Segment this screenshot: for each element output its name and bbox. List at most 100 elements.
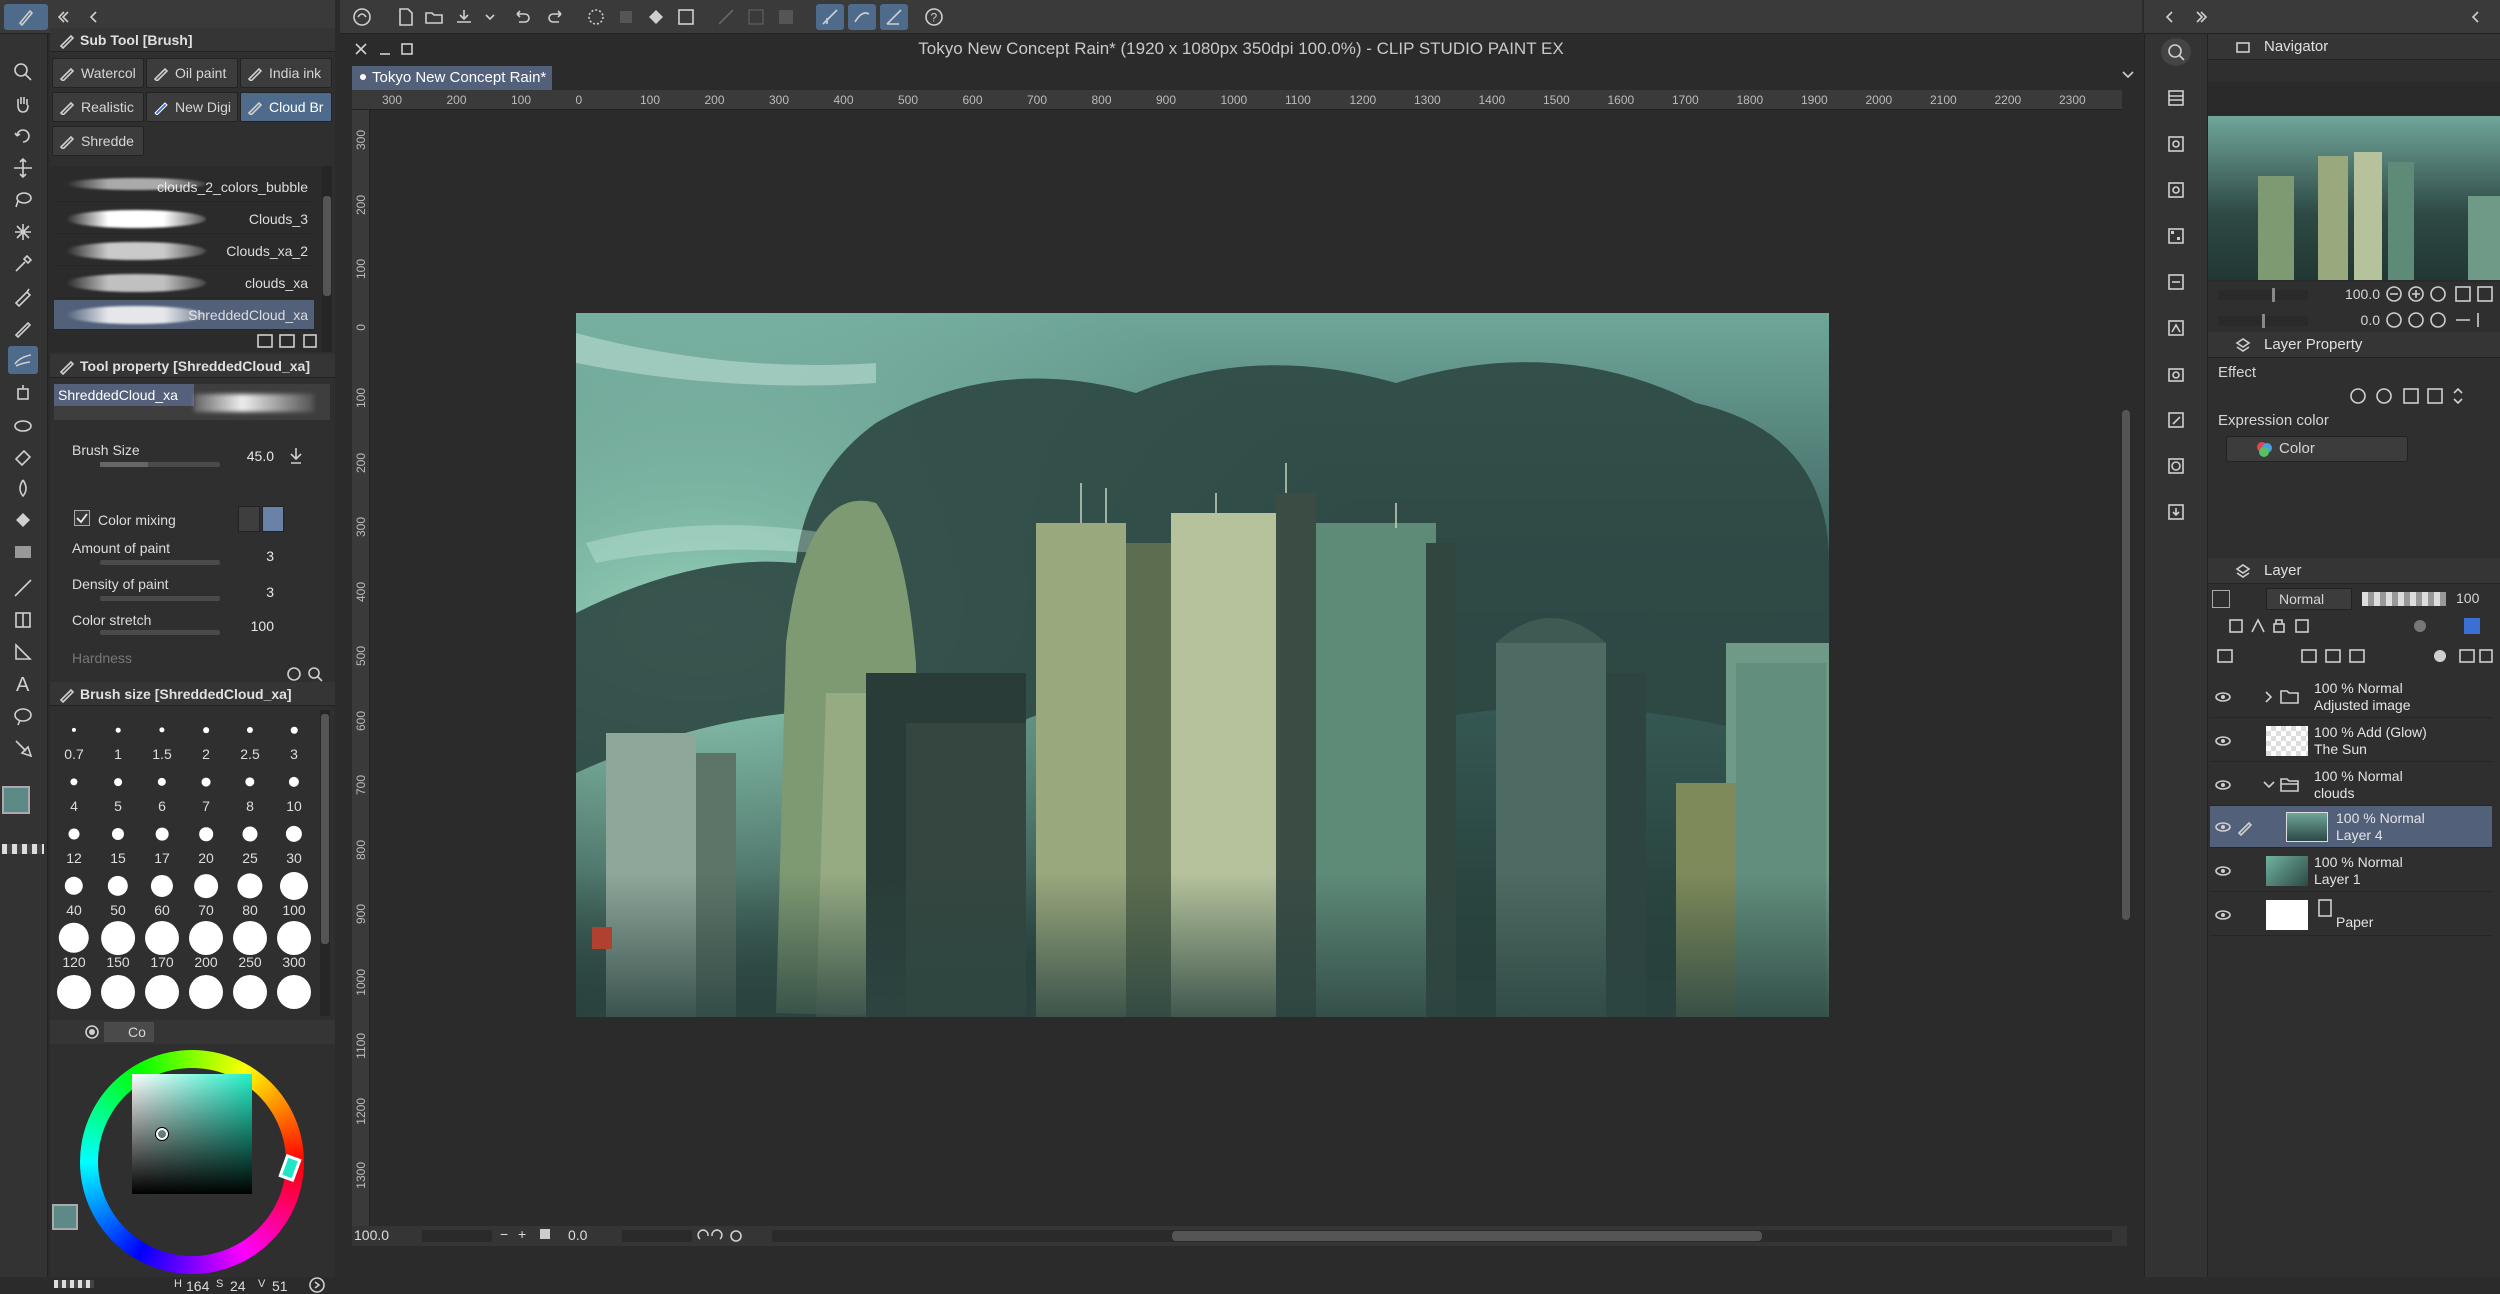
brush-icon[interactable] <box>8 346 38 374</box>
move-icon[interactable] <box>8 154 38 182</box>
balloon-icon[interactable] <box>8 702 38 730</box>
text-icon[interactable]: A <box>8 670 38 698</box>
fill-bucket-icon[interactable] <box>8 506 38 534</box>
brush-size-preset[interactable]: 12 <box>52 814 96 866</box>
subtool-tab-watercolor[interactable]: Watercol <box>52 58 144 88</box>
nav-rotate-value[interactable]: 0.0 <box>2334 312 2380 328</box>
brush-size-preset[interactable]: 7 <box>184 762 228 814</box>
selection-icon[interactable] <box>772 4 800 30</box>
dropdown-arrow-icon[interactable] <box>476 4 504 30</box>
main-color-swatch[interactable] <box>2 786 30 814</box>
subtool-tab-oil-paint[interactable]: Oil paint <box>146 58 238 88</box>
fit-icon[interactable] <box>540 1229 550 1239</box>
blend-icon[interactable] <box>8 474 38 502</box>
stretch-value[interactable]: 100 <box>240 618 274 634</box>
blend-mode-select[interactable]: Normal <box>2266 588 2352 610</box>
rotate-controls[interactable] <box>696 1227 766 1245</box>
document-tab[interactable]: Tokyo New Concept Rain* <box>352 66 552 90</box>
brush-size-preset[interactable]: 150 <box>96 918 140 970</box>
chevron-right-icon[interactable] <box>2264 690 2274 704</box>
loading-icon[interactable] <box>582 4 610 30</box>
pencil-icon[interactable] <box>8 314 38 342</box>
canvas-image[interactable] <box>576 313 1829 1017</box>
brush-size-preset[interactable]: 25 <box>228 814 272 866</box>
new-file-icon[interactable] <box>392 4 420 30</box>
nav-zoom-value[interactable]: 100.0 <box>2334 286 2380 302</box>
brush-item[interactable]: Clouds_xa_2 <box>54 236 314 266</box>
clear-icon[interactable] <box>612 4 640 30</box>
brush-size-preset[interactable]: 70 <box>184 866 228 918</box>
opacity-value[interactable]: 100 <box>2456 590 2479 606</box>
brush-size-preset[interactable]: 300 <box>272 918 316 970</box>
brush-list-scrollbar[interactable] <box>322 166 332 352</box>
layer-row-selected[interactable]: 100 % Normal Layer 4 <box>2210 806 2492 848</box>
material-3-icon[interactable] <box>2161 176 2191 204</box>
subtool-tab-shredded[interactable]: Shredde <box>52 126 144 156</box>
frame-icon[interactable] <box>8 606 38 634</box>
nav-rotate-slider[interactable] <box>2218 314 2308 328</box>
brush-size-preset[interactable]: 1 <box>96 710 140 762</box>
brush-size-preset[interactable]: 120 <box>52 918 96 970</box>
material-5-icon[interactable] <box>2161 314 2191 342</box>
layer-clip-icon[interactable] <box>2212 590 2230 608</box>
brush-size-preset[interactable]: 4 <box>52 762 96 814</box>
correct-line-icon[interactable] <box>8 734 38 762</box>
layer-action-buttons[interactable] <box>2216 646 2496 668</box>
zoom-icon[interactable] <box>8 58 38 86</box>
undo-icon[interactable] <box>508 4 536 30</box>
nav-rotate-buttons[interactable] <box>2384 310 2494 330</box>
gradient-icon[interactable] <box>8 538 38 566</box>
material-4-icon[interactable] <box>2161 268 2191 296</box>
zoom-in-icon[interactable]: + <box>518 1226 526 1242</box>
brush-size-preset[interactable]: 30 <box>272 814 316 866</box>
color-mixing-checkbox[interactable] <box>74 510 90 526</box>
brush-size-preset[interactable]: 8 <box>228 762 272 814</box>
eye-icon[interactable] <box>2214 820 2232 834</box>
pen-tab-icon[interactable] <box>4 4 48 30</box>
angle-slider[interactable] <box>622 1230 692 1242</box>
lasso-icon[interactable] <box>8 186 38 214</box>
fill-icon[interactable] <box>642 4 670 30</box>
pen-icon[interactable] <box>8 282 38 310</box>
mix-mode-1-icon[interactable] <box>238 506 260 532</box>
tone-icon[interactable] <box>2161 222 2191 250</box>
brush-size-preset[interactable]: 1.5 <box>140 710 184 762</box>
chevron-left-icon[interactable] <box>2462 4 2490 30</box>
subtool-tab-cloud-brush[interactable]: Cloud Br <box>240 92 332 122</box>
brush-item[interactable]: clouds_2_colors_bubble <box>54 172 314 202</box>
brush-size-preset[interactable]: 3 <box>272 710 316 762</box>
mix-mode-2-icon[interactable] <box>262 506 284 532</box>
brush-item[interactable]: clouds_xa <box>54 268 314 298</box>
density-value[interactable]: 3 <box>250 584 274 600</box>
brush-size-preset[interactable]: 50 <box>96 866 140 918</box>
brush-size-preset[interactable]: 15 <box>96 814 140 866</box>
color-settings-icon[interactable] <box>308 1276 326 1294</box>
brush-size-scrollbar[interactable] <box>320 710 330 1016</box>
brush-size-slider[interactable] <box>100 462 220 467</box>
brush-size-preset[interactable]: 100 <box>272 866 316 918</box>
subtool-tab-new-digital[interactable]: New Digi <box>146 92 238 122</box>
nav-zoom-buttons[interactable] <box>2384 284 2494 304</box>
brush-size-preset[interactable] <box>228 970 272 1016</box>
brush-size-preset[interactable]: 80 <box>228 866 272 918</box>
eye-icon[interactable] <box>2214 734 2232 748</box>
toolprop-actions[interactable] <box>284 664 328 684</box>
rotate-icon[interactable] <box>8 122 38 150</box>
material-icon[interactable] <box>2161 84 2191 112</box>
brush-size-preset[interactable]: 60 <box>140 866 184 918</box>
snap-icon[interactable] <box>880 4 908 30</box>
brush-size-preset[interactable]: 0.7 <box>52 710 96 762</box>
brush-size-preset[interactable] <box>184 970 228 1016</box>
curve-icon[interactable] <box>848 4 876 30</box>
open-folder-icon[interactable] <box>420 4 448 30</box>
density-slider[interactable] <box>100 596 220 601</box>
decoration-icon[interactable] <box>8 410 38 438</box>
chevron-left-icon[interactable] <box>80 4 108 30</box>
opacity-slider[interactable] <box>2362 592 2446 606</box>
zoom-slider[interactable] <box>422 1230 492 1242</box>
crop-icon[interactable] <box>742 4 770 30</box>
subtool-tab-india-ink[interactable]: India ink <box>240 58 332 88</box>
hand-icon[interactable] <box>8 90 38 118</box>
transform-icon[interactable] <box>672 4 700 30</box>
edit-icon[interactable] <box>2161 406 2191 434</box>
